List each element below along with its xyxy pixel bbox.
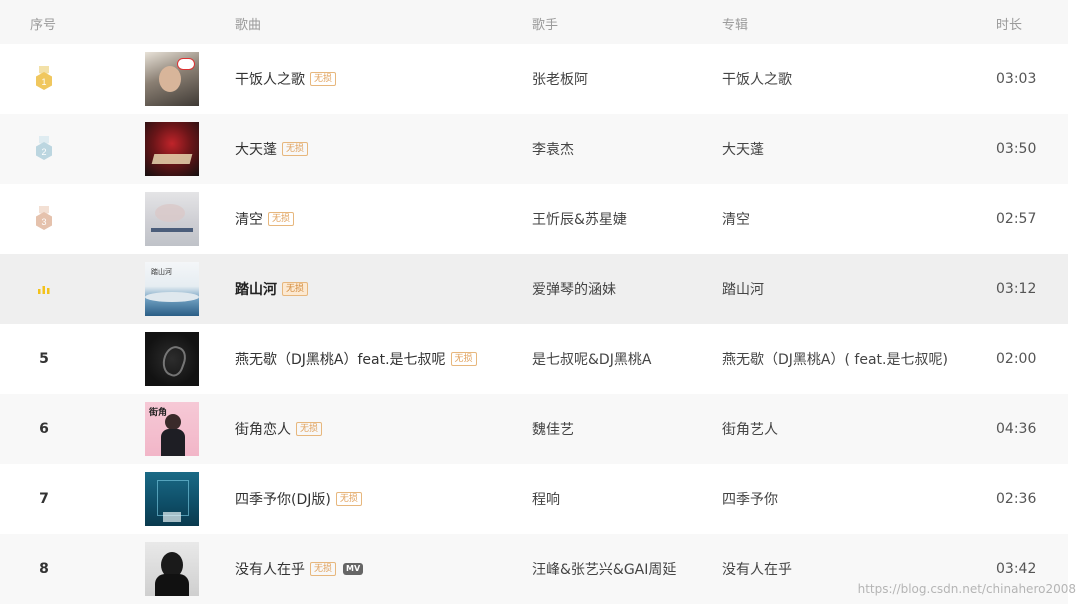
rank-number: 5 (39, 351, 49, 367)
lossless-badge: 无损 (310, 562, 337, 576)
silver-medal-icon: 2 (36, 136, 52, 160)
watermark: https://blog.csdn.net/chinahero2008 (857, 582, 1076, 596)
header-artist: 歌手 (532, 18, 559, 33)
album-link[interactable]: 干饭人之歌 (722, 44, 792, 114)
song-title[interactable]: 踏山河 无损 (235, 254, 309, 324)
lossless-badge: 无损 (282, 282, 309, 296)
song-title[interactable]: 没有人在乎 无损 MV (235, 534, 364, 604)
artist-link[interactable]: 魏佳艺 (532, 394, 574, 464)
song-title[interactable]: 燕无歇（DJ黑桃A）feat.是七叔呢 无损 (235, 324, 477, 394)
rank-medal: 3 (20, 184, 68, 254)
album-link[interactable]: 街角艺人 (722, 394, 778, 464)
duration: 02:57 (996, 211, 1037, 227)
rank-medal: 1 (20, 44, 68, 114)
mv-badge[interactable]: MV (343, 563, 364, 575)
artist-link[interactable]: 张老板阿 (532, 44, 588, 114)
album-link[interactable]: 四季予你 (722, 464, 778, 534)
song-title-link[interactable]: 干饭人之歌 (235, 69, 305, 89)
rank-medal: 2 (20, 114, 68, 184)
table-row[interactable]: 3 清空 无损 王忻辰&苏星婕 清空 02:57 (0, 184, 1068, 254)
rank-number: 7 (39, 491, 49, 507)
table-row[interactable]: 1 干饭人之歌 无损 张老板阿 干饭人之歌 03:03 (0, 44, 1068, 114)
duration: 02:00 (996, 351, 1037, 367)
song-title-link[interactable]: 四季予你(DJ版) (235, 489, 331, 509)
album-cover[interactable] (145, 472, 199, 526)
song-table: 序号 歌曲 歌手 专辑 时长 1 干饭人之歌 无损 张老板阿 干饭人之歌 03:… (0, 0, 1068, 604)
song-title-link[interactable]: 街角恋人 (235, 419, 291, 439)
song-title-link[interactable]: 踏山河 (235, 279, 277, 299)
artist-link[interactable]: 王忻辰&苏星婕 (532, 184, 627, 254)
table-row[interactable]: 7 四季予你(DJ版) 无损 程响 四季予你 02:36 (0, 464, 1068, 534)
album-cover[interactable] (145, 332, 199, 386)
lossless-badge: 无损 (335, 492, 362, 506)
song-title[interactable]: 大天蓬 无损 (235, 114, 309, 184)
album-cover[interactable] (145, 52, 199, 106)
rank-number: 6 (39, 421, 49, 437)
artist-link[interactable]: 是七叔呢&DJ黑桃A (532, 324, 651, 394)
song-title-link[interactable]: 大天蓬 (235, 139, 277, 159)
album-link[interactable]: 没有人在乎 (722, 534, 792, 604)
header-album: 专辑 (722, 18, 749, 33)
album-cover[interactable] (145, 542, 199, 596)
album-link[interactable]: 踏山河 (722, 254, 764, 324)
artist-link[interactable]: 李袁杰 (532, 114, 574, 184)
duration: 03:03 (996, 71, 1037, 87)
album-link[interactable]: 清空 (722, 184, 750, 254)
gold-medal-icon: 1 (36, 66, 52, 90)
lossless-badge: 无损 (310, 72, 337, 86)
header-duration: 时长 (996, 18, 1023, 33)
table-header: 序号 歌曲 歌手 专辑 时长 (0, 0, 1068, 44)
song-title-link[interactable]: 没有人在乎 (235, 559, 305, 579)
song-title-link[interactable]: 燕无歇（DJ黑桃A）feat.是七叔呢 (235, 349, 446, 369)
bronze-medal-icon: 3 (36, 206, 52, 230)
svg-text:1: 1 (41, 77, 46, 87)
header-rank: 序号 (30, 18, 57, 33)
song-title[interactable]: 干饭人之歌 无损 (235, 44, 337, 114)
table-row[interactable]: 2 大天蓬 无损 李袁杰 大天蓬 03:50 (0, 114, 1068, 184)
svg-text:3: 3 (41, 217, 46, 227)
album-link[interactable]: 燕无歇（DJ黑桃A）( feat.是七叔呢) (722, 324, 948, 394)
lossless-badge: 无损 (282, 142, 309, 156)
duration: 04:36 (996, 421, 1037, 437)
header-song: 歌曲 (235, 18, 262, 33)
lossless-badge: 无损 (268, 212, 295, 226)
album-cover[interactable] (145, 192, 199, 246)
svg-text:2: 2 (41, 147, 46, 157)
album-cover[interactable]: 踏山河 (145, 262, 199, 316)
song-title-link[interactable]: 清空 (235, 209, 263, 229)
now-playing-indicator (20, 254, 68, 324)
duration: 03:12 (996, 281, 1037, 297)
artist-link[interactable]: 爱弹琴的涵妹 (532, 254, 616, 324)
playing-bars-icon (38, 286, 50, 294)
table-row-playing[interactable]: 踏山河 踏山河 无损 爱弹琴的涵妹 踏山河 03:12 (0, 254, 1068, 324)
lossless-badge: 无损 (450, 352, 477, 366)
song-title[interactable]: 清空 无损 (235, 184, 295, 254)
song-title[interactable]: 四季予你(DJ版) 无损 (235, 464, 362, 534)
album-link[interactable]: 大天蓬 (722, 114, 764, 184)
album-cover[interactable]: 街角 (145, 402, 199, 456)
song-title[interactable]: 街角恋人 无损 (235, 394, 323, 464)
rank-number: 8 (39, 561, 49, 577)
table-row[interactable]: 5 燕无歇（DJ黑桃A）feat.是七叔呢 无损 是七叔呢&DJ黑桃A 燕无歇（… (0, 324, 1068, 394)
artist-link[interactable]: 程响 (532, 464, 560, 534)
duration: 02:36 (996, 491, 1037, 507)
artist-link[interactable]: 汪峰&张艺兴&GAI周延 (532, 534, 676, 604)
table-row[interactable]: 6 街角 街角恋人 无损 魏佳艺 街角艺人 04:36 (0, 394, 1068, 464)
lossless-badge: 无损 (296, 422, 323, 436)
album-cover[interactable] (145, 122, 199, 176)
duration: 03:50 (996, 141, 1037, 157)
